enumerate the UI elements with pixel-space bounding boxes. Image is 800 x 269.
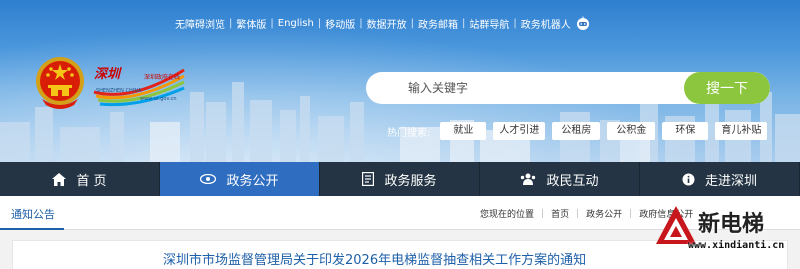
top-links-bar: 无障碍浏览 | 繁体版 | English | 移动版 | 数据开放 | 政务邮…	[175, 14, 591, 32]
hot-tag-talent[interactable]: 人才引进	[493, 122, 546, 140]
svg-text:SHENZHEN CHINA: SHENZHEN CHINA	[96, 88, 142, 94]
nav-about-shenzhen-label: 走进深圳	[704, 173, 757, 189]
toplink-separator: |	[229, 17, 233, 29]
hot-tag-public-housing[interactable]: 公租房	[552, 122, 601, 140]
nav-gov-affairs[interactable]: 政务公开	[160, 162, 320, 196]
toplink-gov-robot[interactable]: 政务机器人	[521, 16, 571, 31]
toplink-mobile[interactable]: 移动版	[325, 16, 355, 31]
header-banner: 无障碍浏览 | 繁体版 | English | 移动版 | 数据开放 | 政务邮…	[0, 0, 800, 162]
svg-text:深圳: 深圳	[94, 66, 122, 82]
nav-about-shenzhen[interactable]: 走进深圳	[640, 162, 800, 196]
toplink-site-nav[interactable]: 站群导航	[469, 16, 509, 31]
nav-interaction[interactable]: 政民互动	[480, 162, 640, 196]
toplink-open-data[interactable]: 数据开放	[367, 16, 407, 31]
nav-gov-services[interactable]: 政务服务	[320, 162, 480, 196]
breadcrumb-label: 您现在的位置	[480, 210, 535, 220]
toplink-separator: |	[410, 17, 414, 29]
toplink-separator: |	[513, 17, 517, 29]
home-icon	[52, 172, 67, 186]
hot-tag-employment[interactable]: 就业	[440, 122, 487, 140]
hot-tag-childcare[interactable]: 育儿补贴	[715, 122, 768, 140]
logo-url-text: www.sz.gov.cn	[140, 96, 177, 102]
watermark: 新电梯 www.xindianti.cn	[650, 200, 800, 269]
search-box: 搜一下	[366, 72, 770, 104]
breadcrumb-gov-affairs[interactable]: 政务公开	[586, 207, 622, 220]
search-button[interactable]: 搜一下	[684, 72, 770, 104]
hot-tag-housing-fund[interactable]: 公积金	[607, 122, 656, 140]
toplink-english[interactable]: English	[278, 18, 314, 29]
toplink-accessibility[interactable]: 无障碍浏览	[175, 16, 225, 31]
article-title: 深圳市市场监督管理局关于印发2026年电梯监督抽查相关工作方案的通知	[163, 253, 587, 268]
toplink-separator: |	[270, 17, 274, 29]
main-nav: 首 页 政务公开 政务服务 政民互动 走进深圳	[0, 162, 800, 196]
toplink-separator: |	[461, 17, 466, 29]
robot-icon[interactable]	[575, 15, 591, 31]
breadcrumb-separator: |	[541, 208, 545, 219]
hot-search-bar: 热门搜索: 就业 人才引进 公租房 公积金 环保 育儿补贴	[387, 122, 774, 140]
national-emblem-icon	[36, 57, 84, 109]
search-input[interactable]	[366, 72, 686, 104]
nav-home[interactable]: 首 页	[0, 162, 160, 196]
info-icon	[682, 173, 695, 185]
toplink-gov-email[interactable]: 政务邮箱	[418, 16, 458, 31]
people-icon	[521, 173, 536, 185]
eye-icon	[200, 174, 217, 184]
section-title: 通知公告	[11, 208, 55, 221]
logo-brand-text: 深圳政府在线	[144, 74, 181, 81]
hot-tag-environment[interactable]: 环保	[662, 122, 709, 140]
nav-gov-affairs-label: 政务公开	[226, 173, 279, 189]
nav-gov-services-label: 政务服务	[384, 173, 437, 189]
nav-interaction-label: 政民互动	[546, 173, 599, 189]
breadcrumb-separator: |	[576, 208, 580, 219]
section-title-underline	[0, 228, 64, 230]
breadcrumb-separator: |	[629, 208, 633, 219]
toplink-separator: |	[317, 17, 322, 29]
breadcrumb-home[interactable]: 首页	[551, 207, 569, 220]
watermark-text: 新电梯	[698, 212, 765, 237]
toplink-traditional[interactable]: 繁体版	[236, 16, 266, 31]
toplink-separator: |	[359, 17, 363, 29]
document-icon	[362, 172, 375, 186]
watermark-url: www.xindianti.cn	[688, 240, 785, 251]
nav-home-label: 首 页	[76, 173, 107, 189]
hot-search-label: 热门搜索:	[387, 127, 431, 139]
